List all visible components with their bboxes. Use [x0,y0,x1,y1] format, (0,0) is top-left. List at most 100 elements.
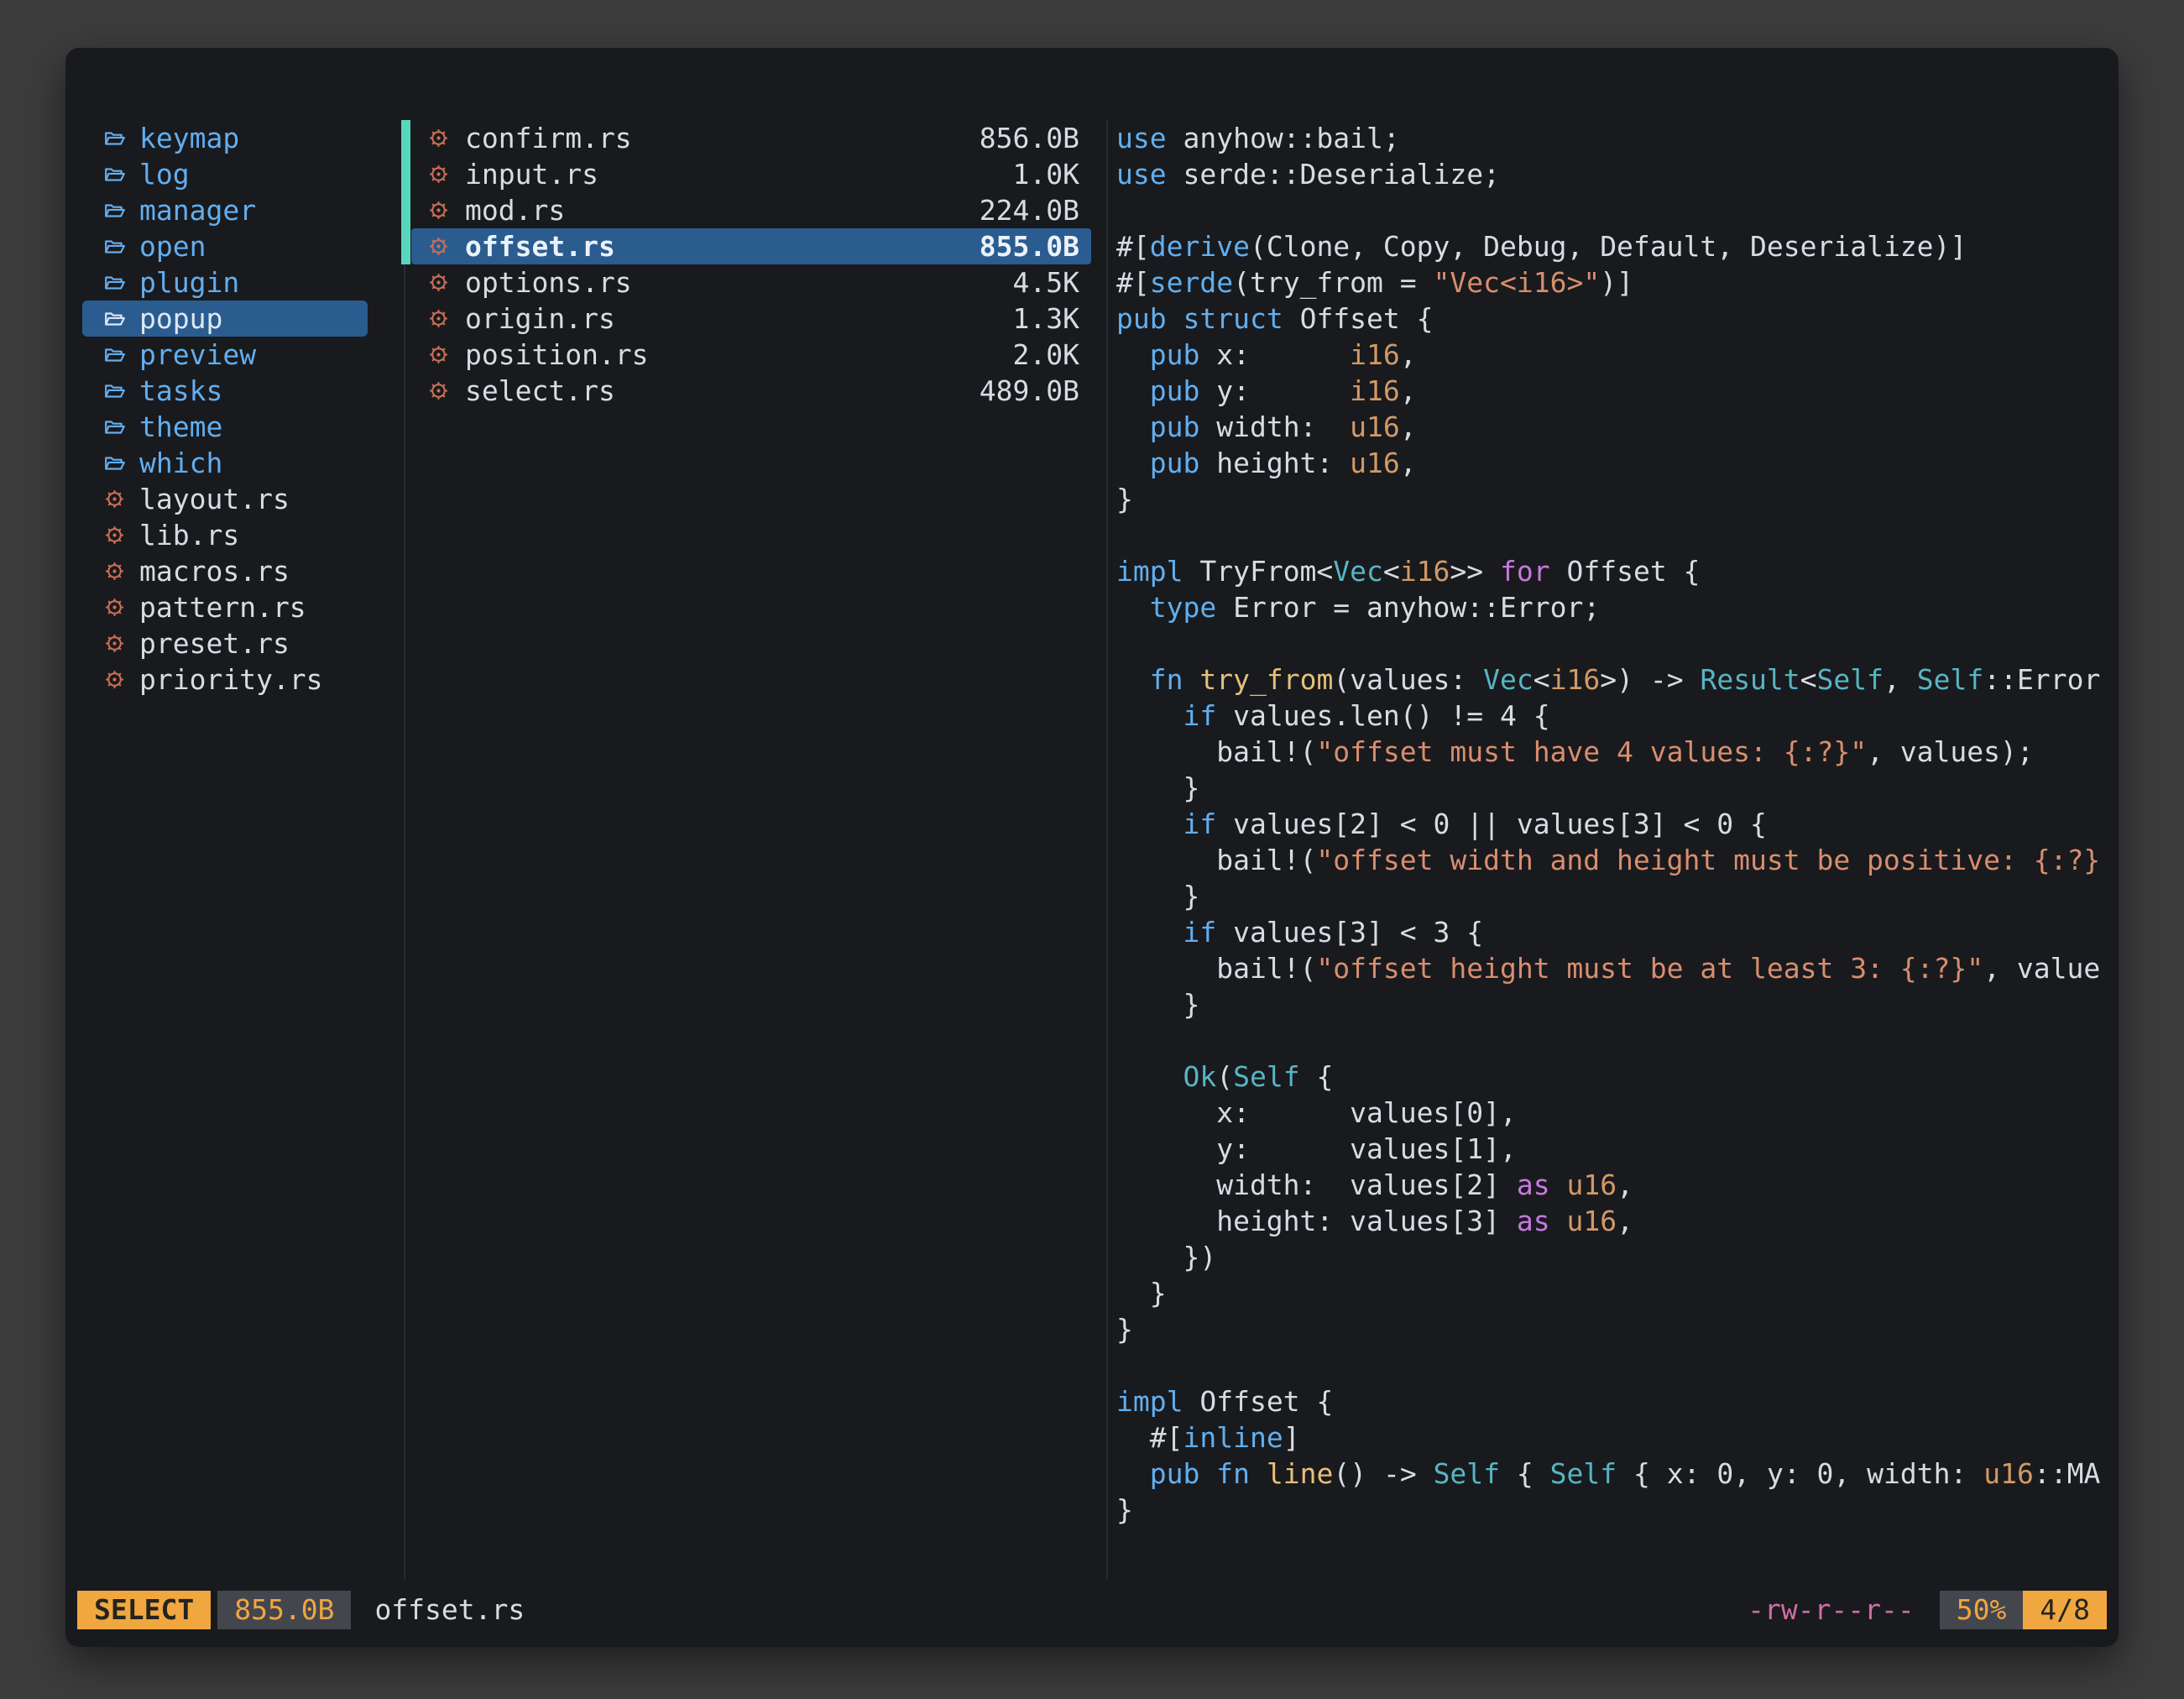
file-preview-pane[interactable]: use anyhow::bail;use serde::Deserialize;… [1116,120,2105,1547]
code-line: impl TryFrom<Vec<i16>> for Offset { [1116,553,2105,589]
file-size: 489.0B [980,373,1079,409]
file-label: macros.rs [139,553,290,589]
file-size: 2.0K [1013,337,1079,373]
open-folder-icon [104,202,133,219]
file-name: offset.rs [465,228,615,264]
file-name: select.rs [465,373,615,409]
code-line: pub struct Offset { [1116,301,2105,337]
file-name: confirm.rs [465,120,632,156]
file-row-origin-rs[interactable]: origin.rs 1.3K [411,301,1091,337]
terminal-window: keymaplogmanageropenpluginpopuppreviewta… [65,48,2119,1647]
file-label: preset.rs [139,625,290,661]
file-name: origin.rs [465,301,615,337]
open-folder-icon [104,130,133,147]
rust-file-icon [428,272,457,293]
file-row-confirm-rs[interactable]: confirm.rs 856.0B [411,120,1091,156]
file-row-mod-rs[interactable]: mod.rs224.0B [411,192,1091,228]
sidebar-dir-tasks[interactable]: tasks [82,373,368,409]
dir-label: manager [139,192,256,228]
file-permissions: -rw-r--r-- [1748,1591,1915,1629]
code-line: use anyhow::bail; [1116,120,2105,156]
file-row-options-rs[interactable]: options.rs4.5K [411,264,1091,301]
sidebar-dir-preview[interactable]: preview [82,337,368,373]
rust-file-icon [104,633,133,654]
dir-label: log [139,156,190,192]
dir-label: tasks [139,373,222,409]
sidebar-dir-which[interactable]: which [82,445,368,481]
rust-file-icon [428,164,457,185]
file-size: 855.0B [980,228,1079,264]
parent-directory-pane[interactable]: keymaplogmanageropenpluginpopuppreviewta… [82,120,368,698]
sidebar-dir-open[interactable]: open [82,228,368,264]
file-row-select-rs[interactable]: select.rs 489.0B [411,373,1091,409]
rust-file-icon [428,236,457,257]
sidebar-dir-popup[interactable]: popup [82,301,368,337]
cursor-position-badge: 4/8 [2023,1591,2107,1629]
file-size: 224.0B [980,192,1079,228]
code-line: bail!("offset must have 4 values: {:?}",… [1116,734,2105,770]
code-line: } [1116,1311,2105,1347]
code-line [1116,192,2105,228]
rust-file-icon [104,561,133,582]
code-line: impl Offset { [1116,1383,2105,1419]
marked-indicator [401,192,410,228]
open-folder-icon [104,419,133,436]
sidebar-file-layout-rs[interactable]: layout.rs [82,481,368,517]
file-name: position.rs [465,337,649,373]
sidebar-dir-manager[interactable]: manager [82,192,368,228]
dir-label: keymap [139,120,239,156]
file-row-position-rs[interactable]: position.rs 2.0K [411,337,1091,373]
code-line: } [1116,1492,2105,1528]
code-line: type Error = anyhow::Error; [1116,589,2105,625]
dir-label: open [139,228,206,264]
rust-file-icon [104,489,133,510]
marked-indicator [401,120,410,156]
code-line: y: values[1], [1116,1131,2105,1167]
file-name: input.rs [465,156,598,192]
sidebar-dir-log[interactable]: log [82,156,368,192]
sidebar-file-priority-rs[interactable]: priority.rs [82,661,368,698]
current-directory-pane[interactable]: confirm.rs 856.0Binput.rs1.0Kmod.rs224.0B… [411,120,1091,409]
code-line: } [1116,1275,2105,1311]
code-line: width: values[2] as u16, [1116,1167,2105,1203]
marked-indicator [401,156,410,192]
open-folder-icon [104,311,133,327]
sidebar-dir-plugin[interactable]: plugin [82,264,368,301]
code-line: pub fn line() -> Self { Self { x: 0, y: … [1116,1456,2105,1492]
file-size: 4.5K [1013,264,1079,301]
open-folder-icon [104,347,133,363]
sidebar-dir-keymap[interactable]: keymap [82,120,368,156]
file-size: 1.3K [1013,301,1079,337]
sidebar-dir-theme[interactable]: theme [82,409,368,445]
open-folder-icon [104,455,133,472]
code-line [1116,517,2105,553]
open-folder-icon [104,238,133,255]
code-line: #[serde(try_from = "Vec<i16>")] [1116,264,2105,301]
sidebar-file-preset-rs[interactable]: preset.rs [82,625,368,661]
code-line: } [1116,770,2105,806]
file-row-input-rs[interactable]: input.rs1.0K [411,156,1091,192]
file-label: lib.rs [139,517,239,553]
code-line: } [1116,878,2105,914]
sidebar-file-lib-rs[interactable]: lib.rs [82,517,368,553]
status-bar: SELECT 855.0B offset.rs -rw-r--r-- 50% 4… [77,1591,2107,1629]
rust-file-icon [428,200,457,221]
mode-badge: SELECT [77,1591,211,1629]
file-row-offset-rs[interactable]: offset.rs 855.0B [411,228,1091,264]
dir-label: theme [139,409,222,445]
code-line: pub x: i16, [1116,337,2105,373]
file-label: priority.rs [139,661,323,698]
code-line: use serde::Deserialize; [1116,156,2105,192]
sidebar-file-macros-rs[interactable]: macros.rs [82,553,368,589]
pane-divider [404,120,405,1579]
code-line: } [1116,481,2105,517]
code-line: bail!("offset width and height must be p… [1116,842,2105,878]
rust-file-icon [104,525,133,546]
sidebar-file-pattern-rs[interactable]: pattern.rs [82,589,368,625]
file-size: 856.0B [980,120,1079,156]
dir-label: which [139,445,222,481]
rust-file-icon [104,597,133,618]
code-line: #[inline] [1116,1419,2105,1456]
scroll-percent-badge: 50% [1940,1591,2024,1629]
code-line: fn try_from(values: Vec<i16>) -> Result<… [1116,661,2105,698]
